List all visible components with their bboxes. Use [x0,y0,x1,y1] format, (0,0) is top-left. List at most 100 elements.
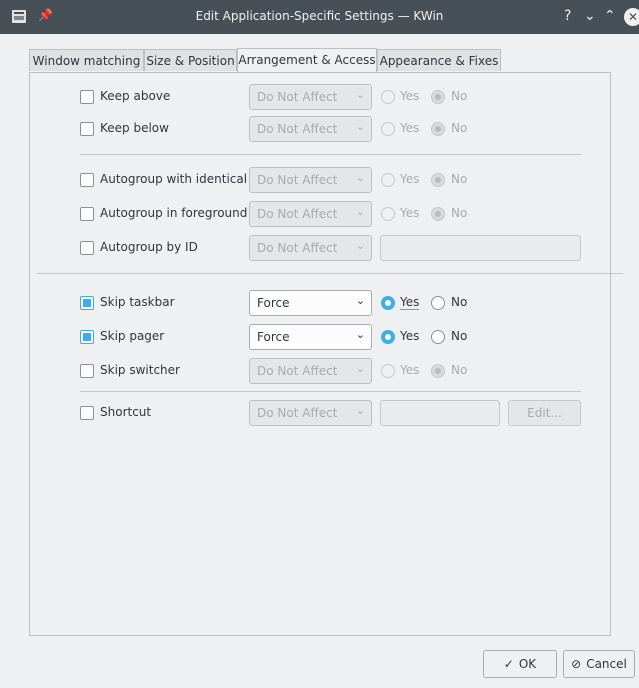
policy-value: Do Not Affect [257,241,338,255]
chevron-down-icon: ⌄ [355,171,365,184]
yes-label: Yes [400,295,420,310]
yes-label: Yes [400,172,420,186]
keep-below-no-radio[interactable] [431,122,445,136]
keep-above-yes-radio[interactable] [381,90,395,104]
keep-below-yes-radio[interactable] [381,122,395,136]
autogroup-identical-yes-radio[interactable] [381,173,395,187]
policy-value: Do Not Affect [257,406,338,420]
shortcut-checkbox[interactable] [80,406,94,420]
cancel-button[interactable]: ⊘ Cancel [563,650,635,678]
shortcut-edit-button[interactable]: Edit... [508,400,581,426]
skip-switcher-yes-radio[interactable] [381,364,395,378]
rule-row-keep-above: Keep above Do Not Affect ⌄ Yes No [0,84,639,110]
divider [80,154,581,155]
divider [37,273,623,274]
title-bar[interactable]: 📌 Edit Application-Specific Settings — K… [0,0,639,34]
minimize-icon[interactable]: ⌄ [584,7,596,25]
autogroup-foreground-yes-radio[interactable] [381,207,395,221]
skip-taskbar-checkbox[interactable] [80,296,94,310]
skip-pager-label: Skip pager [100,329,165,343]
no-label: No [451,363,468,377]
shortcut-input[interactable] [380,400,500,426]
keep-above-policy-select[interactable]: Do Not Affect ⌄ [249,84,372,110]
yes-label: Yes [400,89,420,103]
tab-window-matching[interactable]: Window matching [29,49,144,71]
rule-row-skip-switcher: Skip switcher Do Not Affect ⌄ Yes No [0,358,639,384]
chevron-down-icon: ⌄ [355,205,365,218]
no-label: No [451,329,468,343]
no-label: No [451,206,468,220]
skip-switcher-policy-select[interactable]: Do Not Affect ⌄ [249,358,372,384]
policy-value: Force [257,296,290,310]
rule-row-autogroup-foreground: Autogroup in foreground Do Not Affect ⌄ … [0,201,639,227]
policy-value: Force [257,330,290,344]
skip-switcher-label: Skip switcher [100,363,180,377]
autogroup-foreground-no-radio[interactable] [431,207,445,221]
skip-pager-checkbox[interactable] [80,330,94,344]
autogroup-id-policy-select[interactable]: Do Not Affect ⌄ [249,235,372,261]
ok-button[interactable]: ✓ OK [483,650,557,678]
autogroup-foreground-checkbox[interactable] [80,207,94,221]
no-label: No [451,295,468,309]
policy-value: Do Not Affect [257,122,338,136]
chevron-down-icon: ⌄ [355,404,365,417]
close-icon[interactable]: ✕ [624,8,639,26]
skip-switcher-checkbox[interactable] [80,364,94,378]
keep-below-policy-select[interactable]: Do Not Affect ⌄ [249,116,372,142]
cancel-label: Cancel [586,657,627,671]
chevron-down-icon: ⌄ [355,362,365,375]
policy-value: Do Not Affect [257,364,338,378]
yes-label: Yes [400,363,420,377]
skip-switcher-no-radio[interactable] [431,364,445,378]
autogroup-id-input[interactable] [380,235,581,261]
policy-value: Do Not Affect [257,90,338,104]
keep-above-label: Keep above [100,89,171,103]
autogroup-identical-no-radio[interactable] [431,173,445,187]
keep-above-checkbox[interactable] [80,90,94,104]
keep-below-checkbox[interactable] [80,122,94,136]
help-icon[interactable]: ? [564,7,571,25]
chevron-down-icon: ⌄ [355,239,365,252]
chevron-down-icon: ⌄ [355,328,365,341]
cancel-icon: ⊘ [571,657,582,671]
ok-label: OK [518,657,537,671]
rule-row-skip-pager: Skip pager Force ⌄ Yes No [0,324,639,350]
tab-appearance-fixes[interactable]: Appearance & Fixes [377,49,501,71]
yes-label: Yes [400,121,420,135]
autogroup-identical-label: Autogroup with identical [100,172,248,186]
skip-pager-yes-radio[interactable] [381,330,395,344]
autogroup-id-checkbox[interactable] [80,241,94,255]
no-label: No [451,89,468,103]
divider [80,391,581,392]
policy-value: Do Not Affect [257,207,338,221]
chevron-down-icon: ⌄ [355,294,365,307]
skip-taskbar-yes-radio[interactable] [381,296,395,310]
autogroup-identical-checkbox[interactable] [80,173,94,187]
autogroup-id-label: Autogroup by ID [100,240,198,254]
autogroup-identical-policy-select[interactable]: Do Not Affect ⌄ [249,167,372,193]
skip-pager-policy-select[interactable]: Force ⌄ [249,324,372,350]
checkmark-icon: ✓ [503,657,514,671]
skip-taskbar-label: Skip taskbar [100,295,175,309]
chevron-down-icon: ⌄ [355,120,365,133]
chevron-down-icon: ⌄ [355,88,365,101]
tab-panel [29,72,611,636]
maximize-icon[interactable]: ⌃ [604,7,616,25]
yes-label: Yes [400,206,420,220]
tab-size-position[interactable]: Size & Position [144,49,237,71]
autogroup-foreground-label: Autogroup in foreground [100,206,248,220]
shortcut-policy-select[interactable]: Do Not Affect ⌄ [249,400,372,426]
keep-below-label: Keep below [100,121,169,135]
skip-taskbar-policy-select[interactable]: Force ⌄ [249,290,372,316]
no-label: No [451,172,468,186]
rule-row-skip-taskbar: Skip taskbar Force ⌄ Yes No [0,290,639,316]
skip-taskbar-no-radio[interactable] [431,296,445,310]
skip-pager-no-radio[interactable] [431,330,445,344]
keep-above-no-radio[interactable] [431,90,445,104]
tab-arrangement-access[interactable]: Arrangement & Access [237,48,377,72]
window-title: Edit Application-Specific Settings — KWi… [195,9,444,23]
shortcut-label: Shortcut [100,405,152,419]
autogroup-foreground-policy-select[interactable]: Do Not Affect ⌄ [249,201,372,227]
rule-row-autogroup-identical: Autogroup with identical Do Not Affect ⌄… [0,167,639,193]
policy-value: Do Not Affect [257,173,338,187]
